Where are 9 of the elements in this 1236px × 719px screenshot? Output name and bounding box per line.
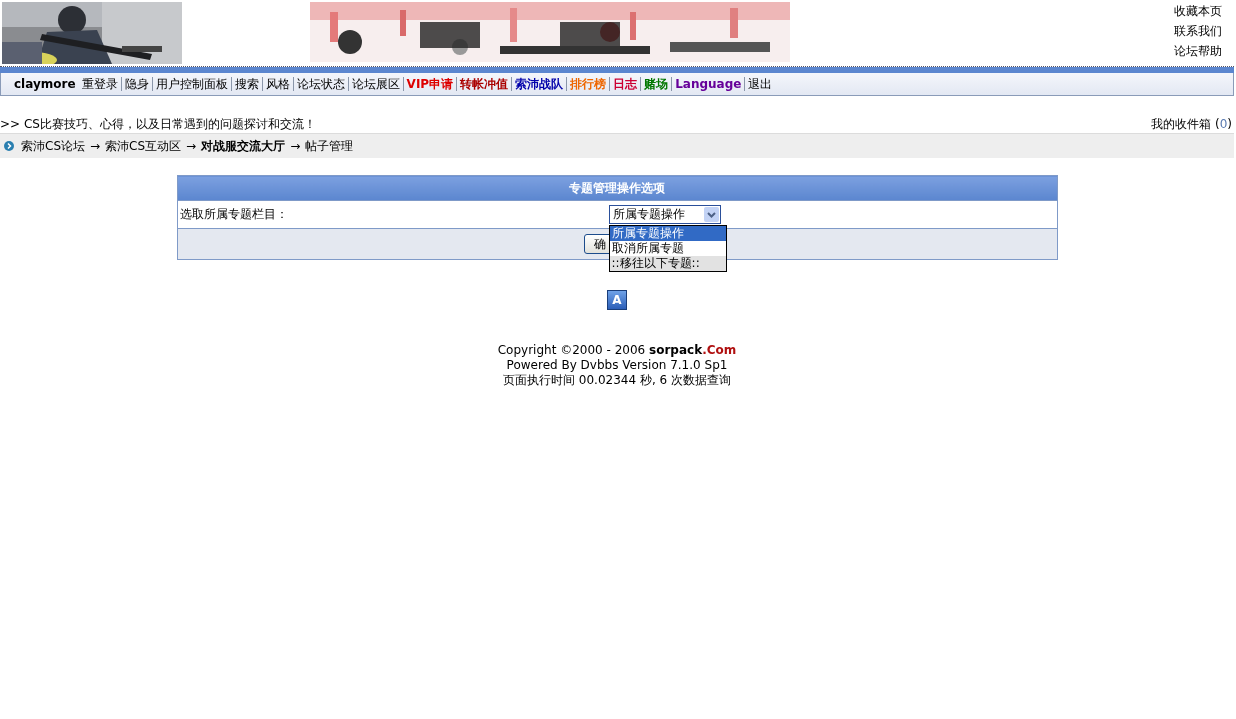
forum-description: >> CS比赛技巧、心得，以及日常遇到的问题探讨和交流！	[0, 115, 316, 133]
copyright-text: Copyright ©2000 - 2006 sorpack.Com	[497, 343, 737, 358]
arrow-separator: →	[290, 139, 301, 153]
arrow-separator: →	[90, 139, 101, 153]
timing-text: 页面执行时间 00.02344 秒, 6 次数据查询	[503, 373, 731, 388]
powered-by-text: Powered By Dvbbs Version 7.1.0 Sp1	[506, 358, 728, 373]
arrow-separator: →	[186, 139, 197, 153]
field-label: 选取所属专题栏目：	[177, 200, 607, 229]
panel-title: 专题管理操作选项	[177, 175, 1057, 201]
